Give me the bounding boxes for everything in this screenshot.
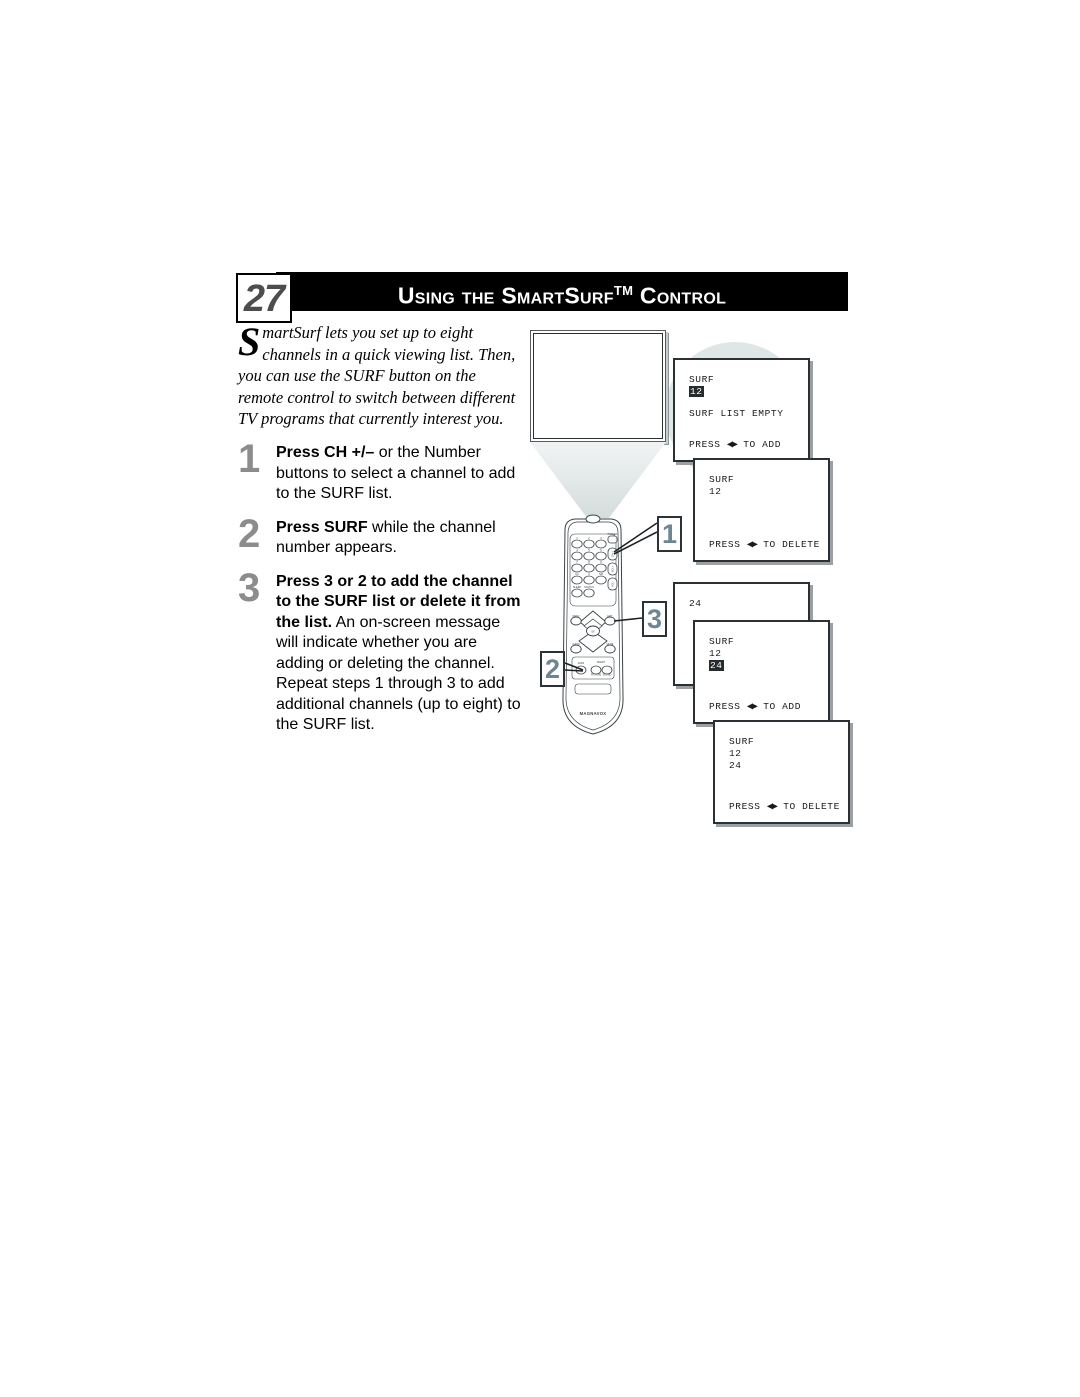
page-header: Using the SmartSurfTM Control 27 [236,272,848,323]
osd2-prompt-post: TO DELETE [763,539,820,550]
left-right-arrows-icon: ◀▶ [746,702,758,713]
osd5-title: SURF [729,736,755,747]
step-2-bold: Press SURF [276,518,368,536]
step-2-number: 2 [238,511,261,556]
osd4-prompt-post: TO ADD [763,701,801,712]
step-3: 3 Press 3 or 2 to add the channel to the… [238,566,523,736]
osd2-prompt-pre: PRESS [709,539,741,550]
illustration: 123 456 789 CC 0 SM SLEEP STATUS POWER CH+/… [510,320,870,860]
page-number-box: 27 [236,273,292,323]
osd4-prompt: PRESS ◀▶ TO ADD [709,701,801,713]
page-title: Using the SmartSurfTM Control [276,272,848,309]
osd1-message: SURF LIST EMPTY [689,408,784,419]
step-3-rest: An on-screen message will indicate wheth… [276,613,521,734]
osd5-channel-2: 24 [729,760,742,771]
osd5-prompt-post: TO DELETE [783,801,840,812]
osd2-channel-1: 12 [709,486,722,497]
osd1-prompt-pre: PRESS [689,439,721,450]
step-1: 1 Press CH +/– or the Number buttons to … [238,437,523,505]
step-3-number: 3 [238,565,261,610]
page-title-post: Control [639,282,727,309]
step-1-text: Press CH +/– or the Number buttons to se… [276,443,523,505]
left-right-arrows-icon: ◀▶ [726,440,738,451]
osd4-title: SURF [709,636,735,647]
osd1-title: SURF [689,374,715,385]
osd5-prompt: PRESS ◀▶ TO DELETE [729,801,840,813]
osd4-prompt-pre: PRESS [709,701,741,712]
osd-screen-surf-list-empty: SURF 12 SURF LIST EMPTY PRESS ◀▶ TO ADD [673,358,810,462]
osd4-channel-2: 24 [709,660,724,671]
osd4-channel-1: 12 [709,648,722,659]
callout-1: 1 [657,516,682,552]
left-right-arrows-icon: ◀▶ [746,540,758,551]
step-2-text: Press SURF while the channel number appe… [276,518,523,559]
step-1-number: 1 [238,437,261,481]
osd4-channel-2-value: 24 [709,660,724,671]
osd3-channel-1: 24 [689,598,702,609]
osd2-title: SURF [709,474,735,485]
osd5-channel-1: 12 [729,748,742,759]
step-1-bold: Press CH +/– [276,444,375,461]
osd1-prompt: PRESS ◀▶ TO ADD [689,439,781,451]
osd1-channel-1: 12 [689,386,704,397]
manual-page: Using the SmartSurfTM Control 27 SmartSu… [0,0,1080,1397]
osd-screen-surf-12-24-delete: SURF 12 24 PRESS ◀▶ TO DELETE [713,720,850,824]
steps-list: 1 Press CH +/– or the Number buttons to … [238,437,523,749]
left-right-arrows-icon: ◀▶ [766,802,778,813]
header-rule [276,309,848,311]
page-number: 27 [243,278,285,320]
step-2: 2 Press SURF while the channel number ap… [238,512,523,559]
osd1-prompt-post: TO ADD [743,439,781,450]
intro-dropcap: S [238,319,261,364]
intro-paragraph: SmartSurf lets you set up to eight chann… [238,322,518,430]
osd-screen-surf-12-delete: SURF 12 PRESS ◀▶ TO DELETE [693,458,830,562]
osd-screen-surf-12-24-add: SURF 12 24 PRESS ◀▶ TO ADD [693,620,830,724]
osd2-prompt: PRESS ◀▶ TO DELETE [709,539,820,551]
osd5-prompt-pre: PRESS [729,801,761,812]
trademark-symbol: TM [613,283,634,298]
callout-3: 3 [642,601,667,637]
page-title-mid: Surf [564,282,614,309]
intro-text: martSurf lets you set up to eight channe… [238,323,516,428]
callout-2: 2 [540,651,565,687]
step-3-text: Press 3 or 2 to add the channel to the S… [276,572,523,736]
page-title-pre: Using the Smart [397,282,565,309]
osd1-channel-1-value: 12 [689,386,704,397]
